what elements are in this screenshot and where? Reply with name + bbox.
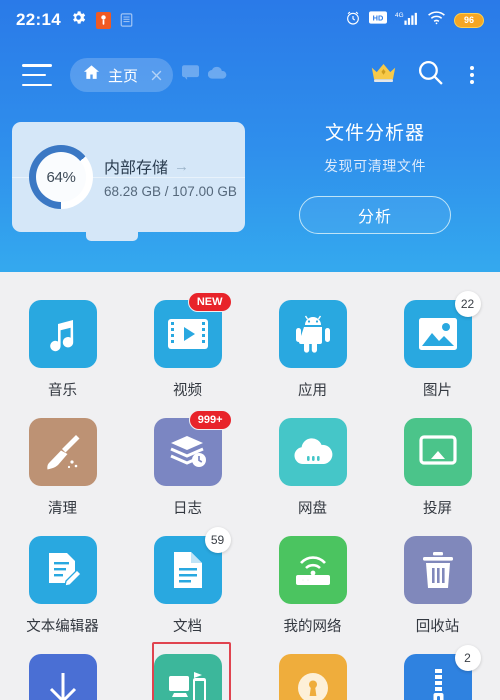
app-label: 音乐 [48,383,77,399]
zip-archive-icon: 2 [403,645,481,700]
app-tile-音乐[interactable]: 音乐 [0,286,125,404]
pc-transfer-icon [153,654,222,700]
app-label: 网盘 [298,501,327,517]
internal-storage-card[interactable]: 64% 内部存储 → 68.28 GB / 107.00 GB [12,122,245,241]
app-grid-row: 清理 999+ 日志 网盘 投屏 [0,404,500,522]
storage-title: 内部存储 [104,160,169,177]
file-analyzer-panel: 文件分析器 发现可清理文件 分析 [260,118,490,234]
router-wifi-icon [278,536,347,604]
storage-usage: 68.28 GB / 107.00 GB [104,184,237,199]
trash-bin-icon [403,536,472,604]
svg-text:4G: 4G [395,12,404,19]
wifi-icon [427,10,446,30]
cloud-drive-icon [278,418,347,486]
app-label: 我的网络 [283,619,342,635]
gear-icon [70,9,87,31]
screen-cast-icon [403,418,472,486]
storage-ring: 64% [29,145,93,209]
app-badge: 999+ [188,410,232,430]
log-stack-icon: 999+ [153,410,232,486]
app-tile-日志[interactable]: 999+ 日志 [125,404,250,522]
analyze-button[interactable]: 分析 [299,196,451,234]
app-badge: 2 [454,645,481,671]
tab-home[interactable]: 主页 [70,58,174,92]
svg-text:HD: HD [373,13,384,22]
status-bar-right: HD 4G 96 [345,10,484,31]
video-play-icon: NEW [153,292,232,368]
alarm-icon [345,10,361,31]
app-label: 回收站 [415,619,460,635]
battery-icon: 96 [454,12,484,28]
storage-title-row: 内部存储 → [104,154,189,178]
analyzer-subtitle: 发现可清理文件 [323,158,427,174]
app-tile-投屏[interactable]: 投屏 [375,404,500,522]
app-grid-row: 音乐 NEW 视频 应用 22 图片 [0,286,500,404]
app-label: 文档 [173,619,202,635]
app-badge: 22 [454,291,481,317]
top-toolbar: 主页 [0,46,500,104]
app-grid: 音乐 NEW 视频 应用 22 图片清理 999+ 日志 网盘 投屏文本编辑器 59 文档 我的网络 回收… [0,272,500,700]
app-badge: 59 [204,527,231,553]
status-time: 22:14 [16,10,61,29]
search-icon[interactable] [417,59,444,91]
status-bar: 22:14 HD 4G 96 [0,0,500,40]
app-tile-pc-transfer[interactable] [125,640,250,700]
app-grid-row: 文本编辑器 59 文档 我的网络 回收站 [0,522,500,640]
text-edit-icon [28,536,97,604]
document-icon: 59 [153,527,231,604]
broom-icon [28,418,97,486]
app-label: 文本编辑器 [26,619,99,635]
music-note-icon [28,300,97,368]
app-label: 图片 [423,383,452,399]
android-robot-icon [278,300,347,368]
close-icon[interactable] [145,64,167,86]
app-badge: NEW [187,292,232,312]
analyzer-title: 文件分析器 [324,123,425,144]
signal-4g-icon: 4G [395,10,419,31]
tab-home-label: 主页 [108,67,139,85]
app-tile-download-arrow[interactable] [0,640,125,700]
app-tile-我的网络[interactable]: 我的网络 [250,522,375,640]
app-tile-zip-archive[interactable]: 2 [375,640,500,700]
home-icon [82,63,101,87]
toolbar-actions [370,59,484,91]
crown-icon[interactable] [370,61,397,90]
app-tile-回收站[interactable]: 回收站 [375,522,500,640]
app-label: 应用 [298,383,327,399]
sim-card-icon [120,13,133,27]
tabs-icon[interactable] [182,65,200,85]
app-tile-文本编辑器[interactable]: 文本编辑器 [0,522,125,640]
chevron-right-icon: → [174,157,190,175]
secondary-tab-icons [182,65,227,85]
storage-percent: 64% [36,152,86,202]
status-bar-left: 22:14 [16,9,133,31]
app-label: 投屏 [423,501,452,517]
app-tile-视频[interactable]: NEW 视频 [125,286,250,404]
battery-level: 96 [463,15,474,25]
hd-icon: HD [369,11,387,29]
app-tile-应用[interactable]: 应用 [250,286,375,404]
app-label: 日志 [173,501,202,517]
app-label: 视频 [173,383,202,399]
hamburger-menu-icon[interactable] [22,64,52,86]
app-label: 清理 [48,501,77,517]
lock-keyhole-icon [278,654,347,700]
app-grid-row: 2 [0,640,500,700]
app-header: 22:14 HD 4G 96 主页 64% 内部存储 → 68.28 GB / … [0,0,500,272]
image-photo-icon: 22 [403,291,481,368]
app-tile-清理[interactable]: 清理 [0,404,125,522]
app-tile-图片[interactable]: 22 图片 [375,286,500,404]
download-arrow-icon [28,654,97,700]
cloud-icon[interactable] [207,66,227,85]
app-tile-文档[interactable]: 59 文档 [125,522,250,640]
app-tile-网盘[interactable]: 网盘 [250,404,375,522]
overflow-menu-icon[interactable] [464,64,480,86]
app-tile-lock-keyhole[interactable] [250,640,375,700]
orange-notify-icon [95,11,111,29]
